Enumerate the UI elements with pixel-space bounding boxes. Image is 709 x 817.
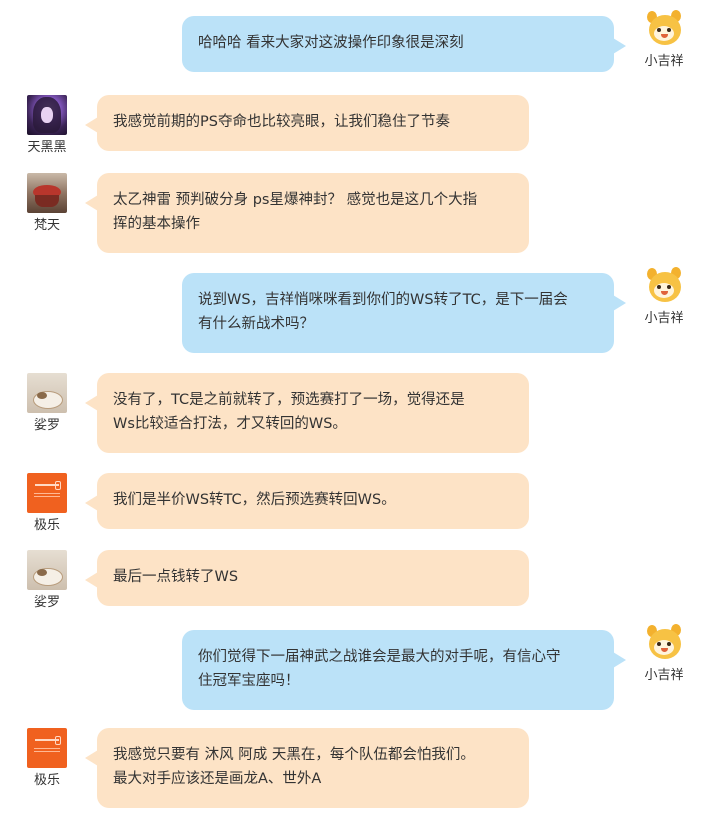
sender-name: 极乐: [33, 773, 60, 788]
sender-name: 娑罗: [33, 595, 60, 610]
message-text-line: 哈哈哈 看来大家对这波操作印象很是深刻: [198, 35, 464, 51]
message-text-line: 我感觉只要有 沐风 阿成 天黑在，每个队伍都会怕我们。: [113, 747, 475, 763]
message-row: 极乐 我们是半价WS转TC，然后预选赛转回WS。: [0, 473, 709, 533]
message-row: 小吉祥 哈哈哈 看来大家对这波操作印象很是深刻: [0, 9, 709, 72]
message-row: 娑罗 最后一点钱转了WS: [0, 550, 709, 610]
message-text-line: 我感觉前期的PS夺命也比较亮眼，让我们稳住了节奏: [113, 114, 450, 130]
sender-block: 天黑黑: [23, 95, 71, 156]
message-bubble: 没有了，TC是之前就转了，预选赛打了一场，觉得还是 Ws比较适合打法，才又转回的W…: [85, 373, 529, 453]
message-bubble: 太乙神雷 预判破分身 ps星爆神封？ 感觉也是这几个大指 挥的基本操作: [85, 173, 529, 253]
avatar[interactable]: [27, 373, 67, 413]
avatar[interactable]: [27, 728, 67, 768]
avatar[interactable]: [27, 550, 67, 590]
sender-name: 极乐: [33, 518, 60, 533]
sender-block: 小吉祥: [640, 9, 688, 70]
message-row: 小吉祥 你们觉得下一届神武之战谁会是最大的对手呢，有信心守 住冠军宝座吗！: [0, 623, 709, 710]
message-bubble: 哈哈哈 看来大家对这波操作印象很是深刻: [182, 16, 626, 72]
message-text-line: 我们是半价WS转TC，然后预选赛转回WS。: [113, 492, 396, 508]
message-row: 娑罗 没有了，TC是之前就转了，预选赛打了一场，觉得还是 Ws比较适合打法，才又转回…: [0, 373, 709, 453]
sender-block: 梵天: [23, 173, 71, 234]
sender-name: 小吉祥: [644, 668, 684, 683]
message-bubble: 我感觉只要有 沐风 阿成 天黑在，每个队伍都会怕我们。 最大对手应该还是画龙A、世…: [85, 728, 529, 808]
chat-transcript: 小吉祥 哈哈哈 看来大家对这波操作印象很是深刻天黑黑 我感觉前期的PS夺命也比较亮眼…: [0, 0, 709, 817]
message-text-line: 说到WS，吉祥悄咪咪看到你们的WS转了TC，是下一届会: [198, 292, 568, 308]
message-text-line: 最后一点钱转了WS: [113, 569, 239, 585]
sender-name: 小吉祥: [644, 54, 684, 69]
avatar[interactable]: [644, 9, 684, 49]
message-text-line: 挥的基本操作: [113, 216, 200, 232]
sender-block: 小吉祥: [640, 623, 688, 684]
message-row: 小吉祥 说到WS，吉祥悄咪咪看到你们的WS转了TC，是下一届会 有什么新战术吗？: [0, 266, 709, 353]
sender-name: 娑罗: [33, 418, 60, 433]
message-text-line: 没有了，TC是之前就转了，预选赛打了一场，觉得还是: [113, 392, 465, 408]
sender-block: 娑罗: [23, 373, 71, 434]
message-bubble: 我们是半价WS转TC，然后预选赛转回WS。: [85, 473, 529, 529]
message-bubble: 最后一点钱转了WS: [85, 550, 529, 606]
sender-block: 极乐: [23, 473, 71, 534]
message-text-line: 你们觉得下一届神武之战谁会是最大的对手呢，有信心守: [198, 649, 561, 665]
message-text-line: 有什么新战术吗？: [198, 316, 314, 332]
message-text-line: 最大对手应该还是画龙A、世外A: [113, 771, 322, 787]
message-bubble: 说到WS，吉祥悄咪咪看到你们的WS转了TC，是下一届会 有什么新战术吗？: [182, 273, 626, 353]
message-row: 天黑黑 我感觉前期的PS夺命也比较亮眼，让我们稳住了节奏: [0, 95, 709, 155]
message-text-line: Ws比较适合打法，才又转回的WS。: [113, 416, 347, 432]
avatar[interactable]: [27, 473, 67, 513]
sender-block: 极乐: [23, 728, 71, 789]
avatar[interactable]: [27, 95, 67, 135]
message-text-line: 住冠军宝座吗！: [198, 673, 300, 689]
message-text-line: 太乙神雷 预判破分身 ps星爆神封？ 感觉也是这几个大指: [113, 192, 478, 208]
message-row: 极乐 我感觉只要有 沐风 阿成 天黑在，每个队伍都会怕我们。 最大对手应该还是画龙A…: [0, 728, 709, 808]
avatar[interactable]: [644, 623, 684, 663]
message-bubble: 我感觉前期的PS夺命也比较亮眼，让我们稳住了节奏: [85, 95, 529, 151]
message-bubble: 你们觉得下一届神武之战谁会是最大的对手呢，有信心守 住冠军宝座吗！: [182, 630, 626, 710]
avatar[interactable]: [27, 173, 67, 213]
avatar[interactable]: [644, 266, 684, 306]
message-row: 梵天 太乙神雷 预判破分身 ps星爆神封？ 感觉也是这几个大指 挥的基本操作: [0, 173, 709, 253]
sender-name: 梵天: [33, 218, 60, 233]
sender-name: 天黑黑: [27, 140, 67, 155]
sender-block: 小吉祥: [640, 266, 688, 327]
sender-name: 小吉祥: [644, 311, 684, 326]
sender-block: 娑罗: [23, 550, 71, 611]
